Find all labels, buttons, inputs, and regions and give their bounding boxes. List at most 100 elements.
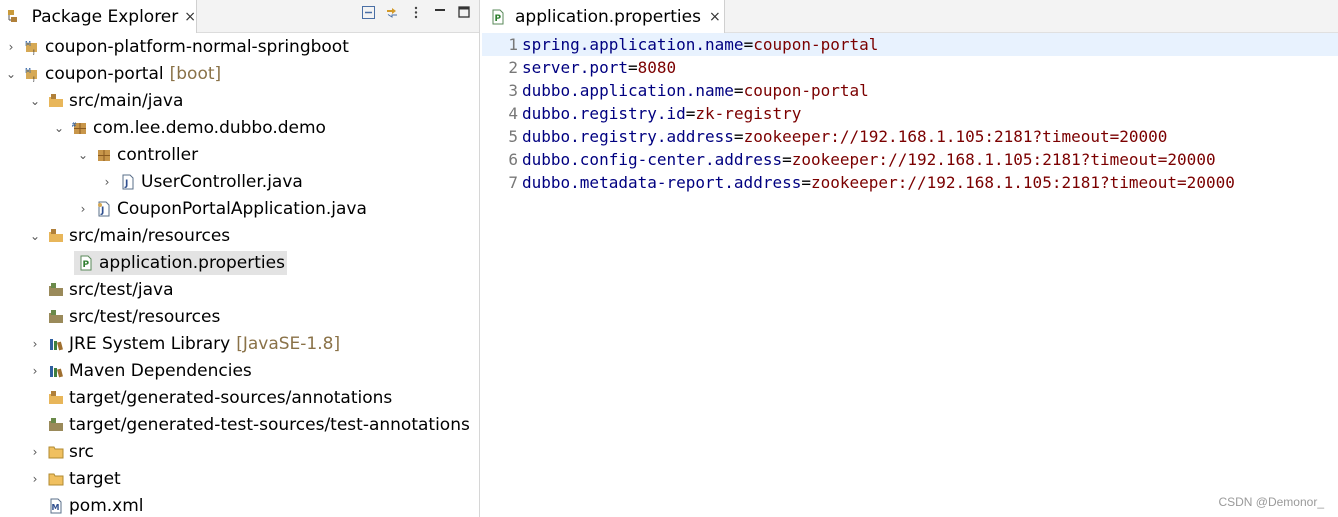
code-line[interactable]: 1 spring.application.name=coupon-portal [482, 33, 1338, 56]
tree-item-src[interactable]: › src [0, 438, 479, 465]
tree-item-jre-library[interactable]: › JRE System Library [JavaSE-1.8] [0, 330, 479, 357]
chevron-right-icon[interactable]: › [28, 364, 42, 378]
property-value: zk-registry [695, 104, 802, 123]
tree-item-couponportalapplication[interactable]: › J CouponPortalApplication.java [0, 195, 479, 222]
source-folder-icon [48, 390, 64, 406]
tree-item-label: controller [117, 144, 199, 165]
tree-item-label: coupon-portal [45, 63, 164, 84]
close-icon[interactable]: × [709, 9, 721, 25]
watermark: CSDN @Demonor_ [1218, 495, 1324, 509]
package-icon: # [72, 120, 88, 136]
tree-item-project-portal[interactable]: ⌄ MJ coupon-portal [boot] [0, 60, 479, 87]
code-line[interactable]: 3 dubbo.application.name=coupon-portal [482, 79, 1338, 102]
source-folder-icon [48, 93, 64, 109]
property-value: coupon-portal [753, 35, 879, 54]
tree-item-project-normal[interactable]: › MJ coupon-platform-normal-springboot [0, 33, 479, 60]
tree-item-package-controller[interactable]: ⌄ controller [0, 141, 479, 168]
chevron-down-icon[interactable]: ⌄ [28, 94, 42, 108]
property-value: 8080 [637, 58, 677, 77]
empty-chevron [28, 418, 42, 432]
chevron-down-icon[interactable]: ⌄ [4, 67, 18, 81]
tree-item-label: target/generated-sources/annotations [69, 387, 393, 408]
property-value: coupon-portal [743, 81, 869, 100]
chevron-down-icon[interactable]: ⌄ [28, 229, 42, 243]
code-text: dubbo.registry.id=zk-registry [522, 102, 801, 125]
maximize-icon[interactable] [457, 5, 471, 19]
source-folder-icon [48, 309, 64, 325]
svg-text:J: J [100, 206, 104, 216]
code-text: dubbo.application.name=coupon-portal [522, 79, 869, 102]
tree-item-label: src [69, 441, 94, 462]
property-key: dubbo.registry.id [522, 104, 686, 123]
tree-item-label: CouponPortalApplication.java [117, 198, 367, 219]
tree-item-label: src/main/java [69, 90, 184, 111]
code-text: dubbo.metadata-report.address=zookeeper:… [522, 171, 1235, 194]
chevron-right-icon[interactable]: › [4, 40, 18, 54]
tree-item-package-demo[interactable]: ⌄ # com.lee.demo.dubbo.demo [0, 114, 479, 141]
tree-item-src-main-resources[interactable]: ⌄ src/main/resources [0, 222, 479, 249]
properties-file-icon: P [490, 9, 506, 25]
maven-project-icon: MJ [24, 39, 40, 55]
empty-chevron [28, 283, 42, 297]
chevron-right-icon[interactable]: › [28, 445, 42, 459]
equals-sign: = [627, 58, 638, 77]
tree-item-generated-test-sources[interactable]: target/generated-test-sources/test-annot… [0, 411, 479, 438]
tree-item-src-test-resources[interactable]: src/test/resources [0, 303, 479, 330]
svg-text:J: J [32, 76, 35, 82]
tree-item-maven-dependencies[interactable]: › Maven Dependencies [0, 357, 479, 384]
tree-item-src-test-java[interactable]: src/test/java [0, 276, 479, 303]
equals-sign: = [733, 81, 744, 100]
tree-item-src-main-java[interactable]: ⌄ src/main/java [0, 87, 479, 114]
line-number: 1 [508, 35, 518, 54]
svg-text:M: M [25, 67, 31, 75]
line-number: 2 [508, 58, 518, 77]
property-key: dubbo.config-center.address [522, 150, 783, 169]
tree-item-label: target [69, 468, 121, 489]
tree-item-usercontroller[interactable]: › J UserController.java [0, 168, 479, 195]
tree-item-target[interactable]: › target [0, 465, 479, 492]
tab-package-explorer[interactable]: Package Explorer × [0, 0, 197, 33]
tab-application-properties[interactable]: P application.properties × [482, 0, 725, 33]
code-text: spring.application.name=coupon-portal [522, 33, 878, 56]
tree-item-label: Maven Dependencies [69, 360, 252, 381]
code-line[interactable]: 7 dubbo.metadata-report.address=zookeepe… [482, 171, 1338, 194]
line-number: 5 [508, 127, 518, 146]
empty-chevron [28, 391, 42, 405]
code-line[interactable]: 2 server.port=8080 [482, 56, 1338, 79]
tree-item-label: UserController.java [141, 171, 303, 192]
tree-item-pom[interactable]: M pom.xml [0, 492, 479, 517]
svg-text:#: # [72, 121, 77, 129]
chevron-right-icon[interactable]: › [76, 202, 90, 216]
tree-item-label: coupon-platform-normal-springboot [45, 36, 349, 57]
chevron-right-icon[interactable]: › [28, 472, 42, 486]
pom-file-icon: M [48, 498, 64, 514]
jre-version-decoration: [JavaSE-1.8] [236, 333, 341, 354]
chevron-down-icon[interactable]: ⌄ [52, 121, 66, 135]
code-editor[interactable]: 1 spring.application.name=coupon-portal … [482, 33, 1338, 517]
package-explorer: Package Explorer × › MJ coupon-platform-… [0, 0, 480, 517]
chevron-right-icon[interactable]: › [28, 337, 42, 351]
chevron-down-icon[interactable]: ⌄ [76, 148, 90, 162]
tree-item-generated-sources[interactable]: target/generated-sources/annotations [0, 384, 479, 411]
selection-highlight: P application.properties [74, 250, 287, 275]
svg-text:J: J [124, 179, 128, 189]
code-text: dubbo.config-center.address=zookeeper://… [522, 148, 1216, 171]
empty-chevron [28, 499, 42, 513]
svg-text:M: M [25, 40, 31, 48]
tree-item-application-properties[interactable]: P application.properties [0, 249, 479, 276]
collapse-all-icon[interactable] [361, 5, 375, 19]
package-explorer-icon [6, 9, 22, 25]
code-line[interactable]: 6 dubbo.config-center.address=zookeeper:… [482, 148, 1338, 171]
chevron-right-icon[interactable]: › [100, 175, 114, 189]
code-line[interactable]: 5 dubbo.registry.address=zookeeper://192… [482, 125, 1338, 148]
link-with-editor-icon[interactable] [385, 5, 399, 19]
code-line[interactable]: 4 dubbo.registry.id=zk-registry [482, 102, 1338, 125]
folder-icon [48, 471, 64, 487]
property-key: spring.application.name [522, 35, 744, 54]
properties-file-icon: P [78, 255, 94, 271]
line-number: 4 [508, 104, 518, 123]
minimize-icon[interactable] [433, 5, 447, 19]
property-value: zookeeper://192.168.1.105:2181?timeout=2… [791, 150, 1216, 169]
close-icon[interactable]: × [184, 9, 196, 25]
view-menu-icon[interactable] [409, 5, 423, 19]
